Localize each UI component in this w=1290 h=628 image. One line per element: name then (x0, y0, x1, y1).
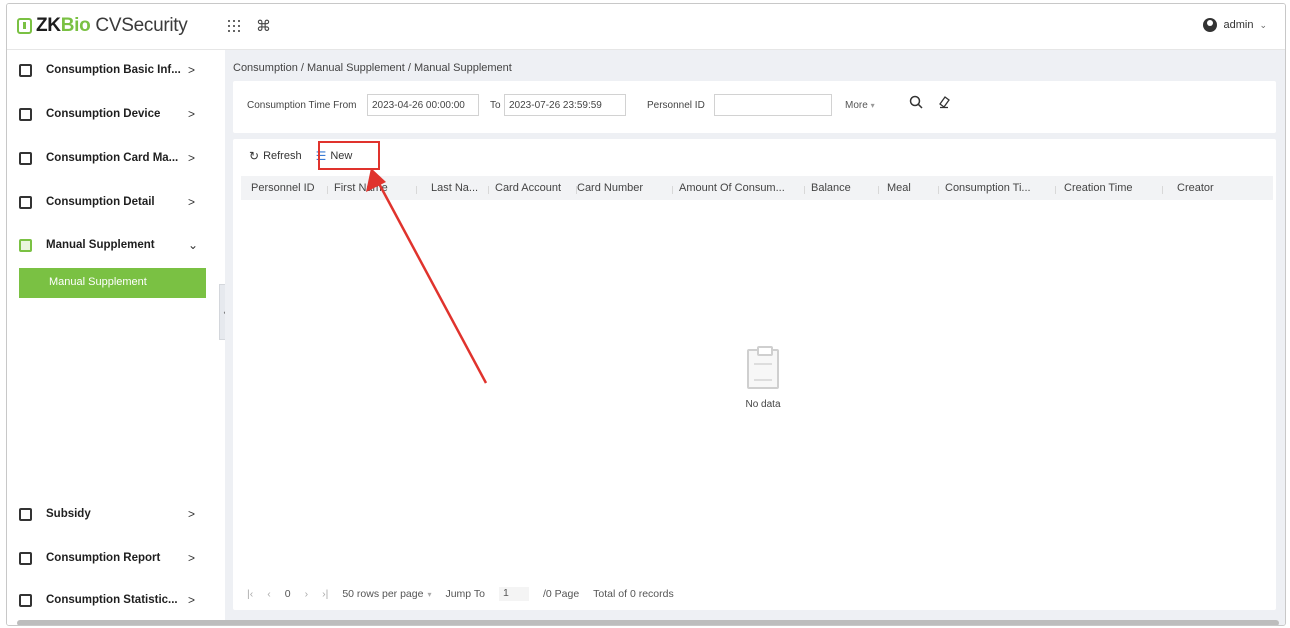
jump-to-input[interactable]: 1 (498, 587, 529, 601)
chevron-right-icon: > (188, 107, 196, 121)
logo-text-bio: Bio (60, 15, 91, 36)
horizontal-scrollbar[interactable] (17, 620, 1279, 625)
logo-text-cvsecurity: CVSecurity (90, 15, 188, 36)
sidebar-subitem-manual-supplement[interactable]: Manual Supplement (19, 268, 206, 298)
card-icon (19, 151, 32, 165)
chevron-right-icon: > (188, 507, 196, 521)
empty-state-text: No data (745, 399, 781, 410)
first-page-icon[interactable]: |‹ (247, 588, 253, 600)
total-records: Total of 0 records (593, 588, 674, 600)
chevron-right-icon: > (188, 593, 196, 607)
table-header: Personnel ID First Name Last Na... Card … (241, 176, 1273, 200)
time-to-label: To (490, 100, 501, 111)
top-bar: ZKBio CVSecurity ⌘ admin ⌄ (7, 4, 1285, 50)
sidebar: Consumption Basic Inf... > Consumption D… (7, 50, 212, 625)
supplement-icon (19, 238, 32, 252)
column-header[interactable]: Creator (1163, 182, 1263, 194)
report-icon (19, 551, 32, 565)
device-icon (19, 107, 32, 121)
empty-state: No data (713, 346, 813, 410)
time-from-label: Consumption Time From (247, 100, 357, 111)
prev-page-icon[interactable]: ‹ (267, 588, 271, 600)
detail-icon (19, 195, 32, 209)
column-header[interactable]: Balance (805, 182, 879, 194)
refresh-icon: ↻ (249, 149, 260, 163)
jump-to-label: Jump To (445, 588, 485, 600)
logo-text-zk: ZK (36, 15, 61, 36)
sidebar-item-manual-supplement[interactable]: Manual Supplement ⌄ (7, 227, 212, 263)
statistic-icon (19, 593, 32, 607)
rows-per-page-select[interactable]: 50 rows per page ▾ (342, 588, 431, 600)
logo-icon (17, 18, 32, 34)
column-header[interactable]: Consumption Ti... (939, 182, 1056, 194)
sidebar-item-label: Manual Supplement (46, 239, 155, 251)
search-panel: Consumption Time From To Personnel ID Mo… (233, 81, 1276, 133)
column-header[interactable]: Meal (879, 182, 939, 194)
breadcrumb: Consumption / Manual Supplement / Manual… (233, 62, 512, 74)
column-header[interactable]: Personnel ID (241, 182, 328, 194)
pagination: |‹ ‹ 0 › ›| 50 rows per page ▾ Jump To 1 … (247, 587, 674, 601)
current-page: 0 (284, 588, 291, 600)
sidebar-item-consumption-basic-info[interactable]: Consumption Basic Inf... > (7, 52, 212, 88)
sidebar-item-consumption-card-management[interactable]: Consumption Card Ma... > (7, 140, 212, 176)
chevron-down-icon: ⌄ (1259, 19, 1267, 30)
user-avatar-icon (1203, 18, 1218, 32)
apps-grid-icon[interactable] (227, 19, 241, 33)
column-header[interactable]: Last Na... (417, 182, 489, 194)
search-icon[interactable] (907, 95, 925, 113)
chevron-right-icon: > (188, 151, 196, 165)
user-menu[interactable]: admin ⌄ (1203, 18, 1267, 32)
subsidy-icon (19, 507, 32, 521)
chevron-right-icon: > (188, 551, 196, 565)
refresh-button[interactable]: ↻ Refresh (249, 149, 302, 163)
caret-down-icon: ▾ (427, 590, 432, 599)
time-from-input[interactable] (367, 94, 479, 116)
sidebar-item-consumption-detail[interactable]: Consumption Detail > (7, 184, 212, 220)
chevron-down-icon: ⌄ (188, 238, 199, 252)
column-header[interactable]: Creation Time (1056, 182, 1163, 194)
rows-per-page-label: 50 rows per page (342, 588, 424, 600)
column-header[interactable]: First Name (328, 182, 417, 194)
eraser-icon[interactable] (935, 95, 953, 113)
sidebar-item-label: Consumption Device (46, 108, 161, 120)
personnel-id-label: Personnel ID (647, 100, 705, 111)
sidebar-item-label: Consumption Detail (46, 196, 155, 208)
more-label: More (845, 100, 868, 111)
refresh-label: Refresh (263, 150, 302, 162)
window-icon (19, 63, 32, 77)
main-content: Consumption / Manual Supplement / Manual… (225, 50, 1285, 625)
new-button-highlight (318, 141, 380, 170)
user-name: admin (1223, 19, 1254, 31)
sidebar-item-consumption-device[interactable]: Consumption Device > (7, 96, 212, 132)
caret-down-icon: ▾ (870, 101, 875, 110)
more-dropdown[interactable]: More ▾ (845, 100, 875, 111)
personnel-id-input[interactable] (714, 94, 832, 116)
table-panel: ↻ Refresh ☰ New Personnel ID First Name … (233, 139, 1276, 610)
chevron-right-icon: > (188, 63, 196, 77)
column-header[interactable]: Card Number (577, 182, 673, 194)
command-icon[interactable]: ⌘ (256, 17, 271, 35)
sidebar-item-label: Subsidy (46, 508, 91, 520)
sidebar-item-consumption-statistics[interactable]: Consumption Statistic... > (7, 582, 212, 618)
sidebar-item-label: Consumption Card Ma... (46, 152, 179, 164)
clipboard-icon (747, 346, 779, 389)
column-header[interactable]: Amount Of Consum... (673, 182, 805, 194)
page-total: /0 Page (542, 588, 580, 600)
app-logo[interactable]: ZKBio CVSecurity (17, 14, 188, 38)
app-window: ZKBio CVSecurity ⌘ admin ⌄ Consumption B… (6, 3, 1286, 626)
chevron-right-icon: > (188, 195, 196, 209)
sidebar-item-consumption-report[interactable]: Consumption Report > (7, 540, 212, 576)
sidebar-item-label: Consumption Report (46, 552, 161, 564)
time-to-input[interactable] (504, 94, 626, 116)
next-page-icon[interactable]: › (305, 588, 309, 600)
last-page-icon[interactable]: ›| (322, 588, 328, 600)
column-header[interactable]: Card Account (489, 182, 577, 194)
sidebar-item-label: Consumption Statistic... (46, 594, 178, 606)
sidebar-item-label: Consumption Basic Inf... (46, 64, 181, 76)
sidebar-item-subsidy[interactable]: Subsidy > (7, 496, 212, 532)
